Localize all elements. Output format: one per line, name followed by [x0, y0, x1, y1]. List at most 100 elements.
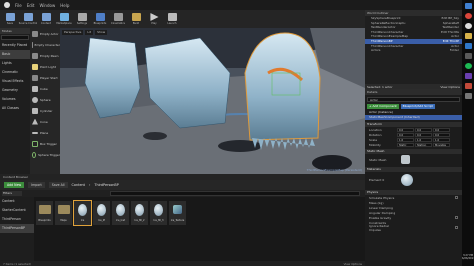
place-item[interactable]: Box Trigger [30, 138, 60, 149]
asset-tile[interactable]: Ice_M [93, 201, 110, 225]
player-start-icon [32, 74, 38, 81]
place-item[interactable]: Empty Pawn [30, 50, 60, 61]
menu-edit[interactable]: Edit [27, 3, 35, 8]
save-all-button[interactable]: Save All [48, 182, 68, 188]
build-icon [131, 13, 141, 21]
tree-item[interactable]: StarterContent [0, 206, 34, 215]
path-separator: › [89, 183, 91, 187]
place-item[interactable]: Sphere [30, 94, 60, 105]
explorer-icon[interactable] [464, 3, 472, 9]
category-lights[interactable]: Lights [0, 59, 30, 68]
outliner-view-options[interactable]: View Options [440, 85, 460, 89]
place-item[interactable]: Sphere Trigger [30, 149, 60, 160]
system-clock[interactable]: 3:27 PM 6/26/2017 [462, 254, 474, 260]
category-volumes[interactable]: Volumes [0, 95, 30, 104]
cinematics-button[interactable]: Cinematics [110, 11, 126, 27]
build-button[interactable]: Build [128, 11, 144, 27]
lit-button[interactable]: Lit [85, 30, 94, 35]
outliner-row[interactable]: Actors Folder [365, 48, 462, 53]
enable-gravity-checkbox[interactable] [455, 216, 458, 219]
category-basic[interactable]: Basic [0, 50, 30, 59]
category-geometry[interactable]: Geometry [0, 86, 30, 95]
asset-search-input[interactable] [110, 191, 360, 196]
place-actor-list: Empty Actor Empty Character Empty Pawn P… [30, 28, 60, 174]
media-icon[interactable] [464, 83, 472, 89]
place-item[interactable]: Plane [30, 127, 60, 138]
filters-dropdown[interactable]: Filters [2, 191, 22, 196]
asset-tile[interactable]: Ice_MI_2 [131, 201, 148, 225]
settings-icon[interactable] [464, 93, 472, 99]
show-button[interactable]: Show [95, 30, 108, 35]
play-icon [150, 13, 159, 21]
outliner-selection-count: Selected: 1 actor [367, 85, 393, 89]
menu-help[interactable]: Help [60, 3, 69, 8]
transform-rotation-row: Rotation 0.0 0.0 0.0 [365, 132, 462, 137]
marketplace-button[interactable]: Marketplace [56, 11, 72, 27]
launch-button[interactable]: Launch [164, 11, 180, 27]
place-item[interactable]: Cylinder [30, 105, 60, 116]
path-segment-content[interactable]: Content [72, 183, 86, 187]
static-mesh-thumbnail[interactable] [401, 155, 410, 164]
category-visual-effects[interactable]: Visual Effects [0, 77, 30, 86]
add-component-button[interactable]: + Add Component [367, 104, 399, 109]
play-button[interactable]: Play [146, 11, 162, 27]
asset-tile[interactable]: Maps [55, 201, 72, 225]
unreal-icon[interactable] [464, 23, 472, 29]
material-thumbnail[interactable] [401, 174, 413, 186]
import-button[interactable]: Import [28, 182, 45, 188]
tree-item[interactable]: ThirdPerson [0, 215, 34, 224]
place-item[interactable]: Player Start [30, 72, 60, 83]
texture-icon [173, 205, 182, 214]
folder-icon[interactable] [464, 33, 472, 39]
transform-location-row: Location 0.0 0.0 0.0 [365, 127, 462, 132]
view-options-button[interactable]: View Options [344, 262, 362, 266]
modes-search-input[interactable] [1, 35, 29, 40]
asset-tile[interactable]: Ice_Inst [112, 201, 129, 225]
place-item[interactable]: Cube [30, 83, 60, 94]
mail-icon[interactable] [464, 43, 472, 49]
asset-tile[interactable]: Ice_Texture [169, 201, 186, 225]
content-button[interactable]: Content [38, 11, 54, 27]
cinematics-icon [113, 13, 123, 21]
unreal-logo-icon [4, 2, 10, 8]
ignore-radial-impulse-checkbox[interactable] [455, 226, 458, 229]
tree-item[interactable]: Content [0, 197, 34, 206]
spotify-icon[interactable] [464, 63, 472, 69]
actor-name-input[interactable]: Actor [367, 97, 460, 102]
asset-grid: Blueprints Maps Ice Ice_M Ice_Inst Ice_M… [34, 197, 365, 261]
category-cinematic[interactable]: Cinematic [0, 68, 30, 77]
material-row: Element 0 [365, 172, 462, 188]
category-all-classes[interactable]: All Classes [0, 104, 30, 113]
source-control-button[interactable]: Source Control [19, 11, 37, 27]
asset-tile[interactable]: Ice_MI_3 [150, 201, 167, 225]
place-item[interactable]: Cone [30, 116, 60, 127]
blueprint-script-button[interactable]: Blueprint/Add Script [400, 104, 435, 109]
level-viewport[interactable]: Perspective Lit Show ThirdPersonExampleM… [60, 28, 365, 174]
asset-tile[interactable]: Blueprints [36, 201, 53, 225]
perspective-button[interactable]: Perspective [62, 30, 84, 35]
category-recently-placed[interactable]: Recently Placed [0, 41, 30, 50]
menu-bar: File Edit Window Help [0, 0, 462, 10]
place-item[interactable]: Empty Character [30, 39, 60, 50]
component-static-mesh[interactable]: StaticMeshComponent (Inherited) [365, 115, 462, 120]
item-count: 7 items (1 selected) [3, 262, 31, 266]
menu-window[interactable]: Window [39, 3, 55, 8]
chrome-icon[interactable] [464, 13, 472, 19]
save-button[interactable]: Save [2, 11, 18, 27]
place-item[interactable]: Empty Actor [30, 28, 60, 39]
path-segment-current[interactable]: ThirdPersonBP [94, 183, 118, 187]
save-icon [5, 13, 15, 21]
character-icon [32, 41, 33, 48]
store-icon[interactable] [464, 53, 472, 59]
add-new-button[interactable]: Add New [4, 182, 25, 188]
code-icon[interactable] [464, 73, 472, 79]
cone-icon [32, 118, 38, 125]
tree-item-selected[interactable]: ThirdPersonBP [0, 224, 34, 233]
blueprints-button[interactable]: Blueprints [92, 11, 108, 27]
settings-button[interactable]: Settings [74, 11, 90, 27]
place-item[interactable]: Point Light [30, 61, 60, 72]
simulate-physics-checkbox[interactable] [455, 196, 458, 199]
menu-file[interactable]: File [15, 3, 22, 8]
box-trigger-icon [32, 140, 38, 147]
asset-tile-selected[interactable]: Ice [73, 200, 92, 226]
